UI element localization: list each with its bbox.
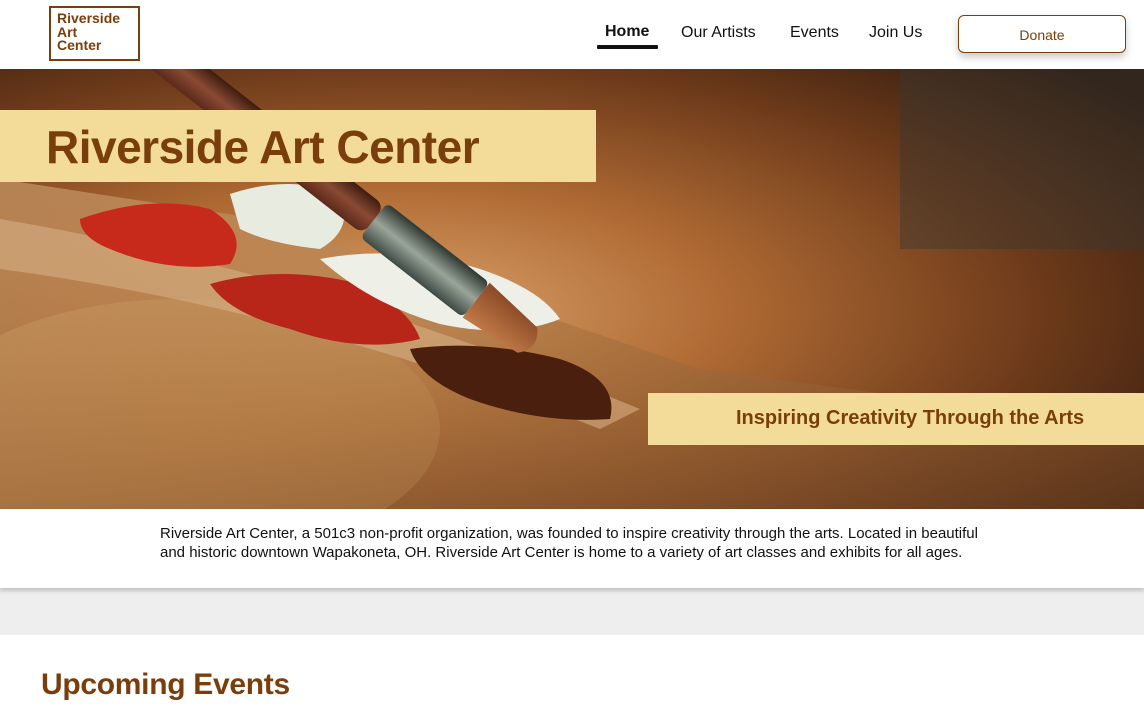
nav-events[interactable]: Events <box>790 24 839 42</box>
hero-banner: Riverside Art Center Inspiring Creativit… <box>0 69 1144 509</box>
nav-active-indicator <box>597 45 658 49</box>
section-divider-band <box>0 588 1144 635</box>
intro-text: Riverside Art Center, a 501c3 non-profit… <box>160 525 978 561</box>
intro-section: Riverside Art Center, a 501c3 non-profit… <box>0 509 1144 588</box>
nav-home[interactable]: Home <box>605 23 649 41</box>
hero-title-banner: Riverside Art Center <box>0 110 596 182</box>
upcoming-events-heading: Upcoming Events <box>41 668 290 701</box>
nav-join-us[interactable]: Join Us <box>869 24 922 42</box>
hero-tagline: Inspiring Creativity Through the Arts <box>736 407 1085 429</box>
donate-button[interactable]: Donate <box>958 15 1126 53</box>
site-header: Riverside Art Center Home Our Artists Ev… <box>0 0 1144 69</box>
hero-title: Riverside Art Center <box>46 121 480 173</box>
hero-tagline-banner: Inspiring Creativity Through the Arts <box>648 393 1144 445</box>
nav-our-artists[interactable]: Our Artists <box>681 24 756 42</box>
